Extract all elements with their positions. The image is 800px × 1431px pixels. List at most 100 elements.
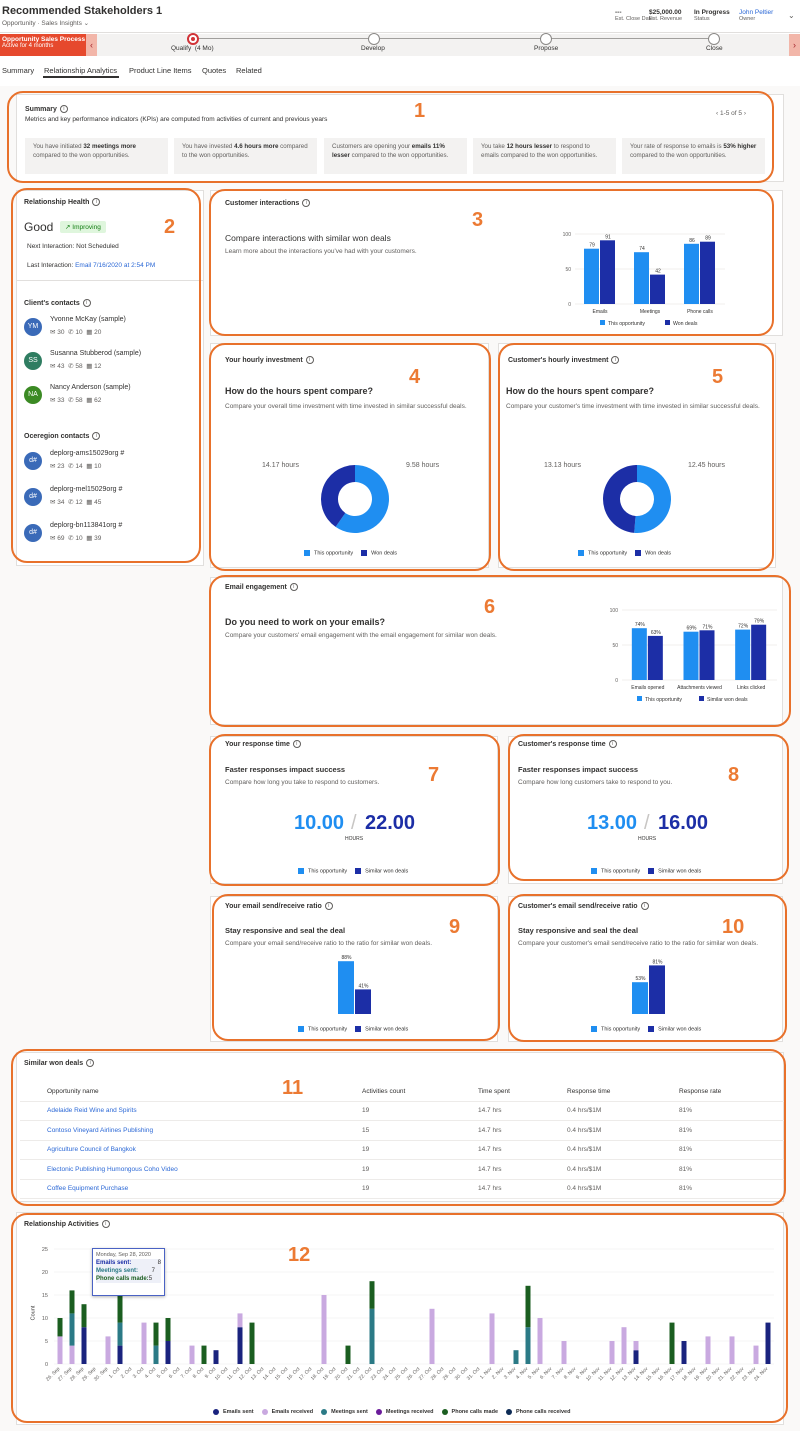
- col-header[interactable]: Opportunity name: [47, 1088, 99, 1095]
- cust-hourly-heading: How do the hours spent compare?: [506, 386, 655, 396]
- contact-name[interactable]: Nancy Anderson (sample): [50, 384, 131, 391]
- legend-swatch: [637, 696, 642, 701]
- col-header[interactable]: Response time: [567, 1088, 610, 1095]
- info-icon[interactable]: i: [82, 299, 91, 307]
- avatar[interactable]: d#: [24, 524, 42, 542]
- legend-item[interactable]: Meetings received: [368, 1409, 434, 1415]
- x-tick-label: 24. Nov: [753, 1366, 770, 1383]
- col-header[interactable]: Response rate: [679, 1088, 721, 1095]
- avatar[interactable]: YM: [24, 318, 42, 336]
- last-interaction-link[interactable]: Email 7/16/2020 at 2:54 PM: [75, 262, 155, 269]
- x-tick-label: 6. Oct: [168, 1366, 182, 1380]
- stage-close-label[interactable]: Close: [706, 45, 723, 52]
- col-header[interactable]: Activities count: [362, 1088, 405, 1095]
- table-row[interactable]: Adelaide Reid Wine and Spirits 19 14.7 hrs…: [20, 1101, 785, 1121]
- info-icon[interactable]: i: [305, 356, 314, 364]
- ratio-title: Your email send/receive ratio i: [225, 902, 333, 910]
- stage-propose-icon[interactable]: [540, 33, 552, 45]
- kpi-tile: You have initiated 32 meetings more comp…: [25, 138, 168, 174]
- table-row[interactable]: Agriculture Council of Bangkok 19 14.7 hrs…: [20, 1140, 785, 1160]
- info-icon[interactable]: i: [324, 902, 333, 910]
- info-icon[interactable]: i: [86, 1059, 95, 1067]
- info-icon[interactable]: i: [608, 740, 617, 748]
- table-cell: 19: [362, 1146, 370, 1153]
- cust-resp-won-value: 16.00: [658, 812, 709, 834]
- contact-name[interactable]: Susanna Stubberod (sample): [50, 350, 141, 357]
- hourly-right-value: 9.58 hours: [406, 462, 440, 469]
- health-title: Relationship Health i: [24, 198, 101, 206]
- opportunity-link[interactable]: Contoso Vineyard Airlines Publishing: [47, 1127, 153, 1134]
- legend-item[interactable]: Phone calls received: [498, 1409, 570, 1415]
- opportunity-link[interactable]: Agriculture Council of Bangkok: [47, 1146, 136, 1153]
- form-selector[interactable]: Sales Insights: [41, 20, 81, 27]
- activity-bar: [753, 1345, 759, 1364]
- opportunity-link[interactable]: Coffee Equipment Purchase: [47, 1185, 128, 1192]
- tab-relationship-analytics[interactable]: Relationship Analytics: [44, 66, 117, 75]
- avatar[interactable]: SS: [24, 352, 42, 370]
- opportunity-link[interactable]: Adelaide Reid Wine and Spirits: [47, 1107, 137, 1114]
- col-header[interactable]: Time spent: [478, 1088, 510, 1095]
- legend-label: This opportunity: [645, 697, 682, 703]
- resp-slash: /: [351, 812, 357, 834]
- chevron-right-icon[interactable]: ›: [744, 110, 746, 117]
- table-row[interactable]: Contoso Vineyard Airlines Publishing 15 14…: [20, 1121, 785, 1141]
- table-row[interactable]: Coffee Equipment Purchase 19 14.7 hrs 0.4 h…: [20, 1179, 785, 1199]
- process-next-button[interactable]: ›: [789, 34, 800, 56]
- activity-bar: [429, 1308, 435, 1364]
- info-icon[interactable]: i: [92, 432, 101, 440]
- contact-name[interactable]: deplorg-mel15029org #: [50, 486, 122, 493]
- collapse-header-icon[interactable]: ⌄: [788, 11, 795, 20]
- opportunity-link[interactable]: Electonic Publishing Humongous Coho Vide…: [47, 1166, 178, 1173]
- owner-link[interactable]: John Peltier: [739, 9, 773, 16]
- contact-name[interactable]: deplorg-ams15029org #: [50, 450, 124, 457]
- stage-qualify-label[interactable]: Qualify (4 Mo): [171, 45, 214, 52]
- bar: [355, 989, 371, 1014]
- legend-item[interactable]: Emails received: [254, 1409, 313, 1415]
- category-label: Meetings: [640, 309, 661, 315]
- chevron-left-icon[interactable]: ‹: [716, 110, 718, 117]
- info-icon[interactable]: i: [289, 583, 298, 591]
- legend-item[interactable]: Phone calls made: [434, 1409, 498, 1415]
- tab-related[interactable]: Related: [236, 66, 262, 75]
- tab-product-line-items[interactable]: Product Line Items: [129, 66, 192, 75]
- legend-item[interactable]: Meetings sent: [313, 1409, 368, 1415]
- close-date-value: ---: [615, 9, 622, 16]
- info-icon[interactable]: i: [59, 105, 68, 113]
- tick-label: 100: [610, 608, 619, 614]
- stage-close-icon[interactable]: [708, 33, 720, 45]
- stage-develop-icon[interactable]: [368, 33, 380, 45]
- contact-name[interactable]: Yvonne McKay (sample): [50, 316, 126, 323]
- legend-item[interactable]: Emails sent: [205, 1409, 254, 1415]
- chevron-down-icon[interactable]: ⌄: [84, 20, 89, 27]
- info-icon[interactable]: i: [101, 1220, 110, 1228]
- tab-summary[interactable]: Summary: [2, 66, 34, 75]
- avatar[interactable]: d#: [24, 452, 42, 470]
- stage-qualify-icon[interactable]: [187, 33, 199, 45]
- customer-response-card: [508, 736, 783, 884]
- process-flyout[interactable]: Opportunity Sales Process Active for 4 m…: [0, 34, 86, 56]
- info-icon[interactable]: i: [302, 199, 311, 207]
- marker-label: 3: [472, 209, 484, 231]
- table-cell: 15: [362, 1126, 370, 1134]
- legend-label: Emails sent: [223, 1409, 254, 1416]
- info-icon[interactable]: i: [292, 740, 301, 748]
- contact-name[interactable]: deplorg-bn113841org #: [50, 522, 122, 529]
- table-cell: 19: [362, 1165, 370, 1173]
- info-icon[interactable]: i: [611, 356, 620, 364]
- table-row[interactable]: Electonic Publishing Humongous Coho Vide…: [20, 1160, 785, 1180]
- avatar[interactable]: d#: [24, 488, 42, 506]
- data-label: 42: [655, 269, 661, 275]
- info-icon[interactable]: i: [92, 198, 101, 206]
- process-back-button[interactable]: ‹: [86, 34, 97, 56]
- activity-bar: [69, 1313, 75, 1346]
- tab-quotes[interactable]: Quotes: [202, 66, 226, 75]
- stage-propose-label[interactable]: Propose: [534, 45, 558, 52]
- owner-label: Owner: [739, 16, 756, 22]
- info-icon[interactable]: i: [640, 902, 649, 910]
- marker-label: 8: [728, 764, 740, 786]
- legend-label: Phone calls made: [451, 1409, 499, 1416]
- avatar[interactable]: NA: [24, 386, 42, 404]
- activity-bar: [561, 1341, 567, 1364]
- stage-develop-label[interactable]: Develop: [361, 45, 385, 52]
- cust-resp-heading: Faster responses impact success: [518, 765, 639, 774]
